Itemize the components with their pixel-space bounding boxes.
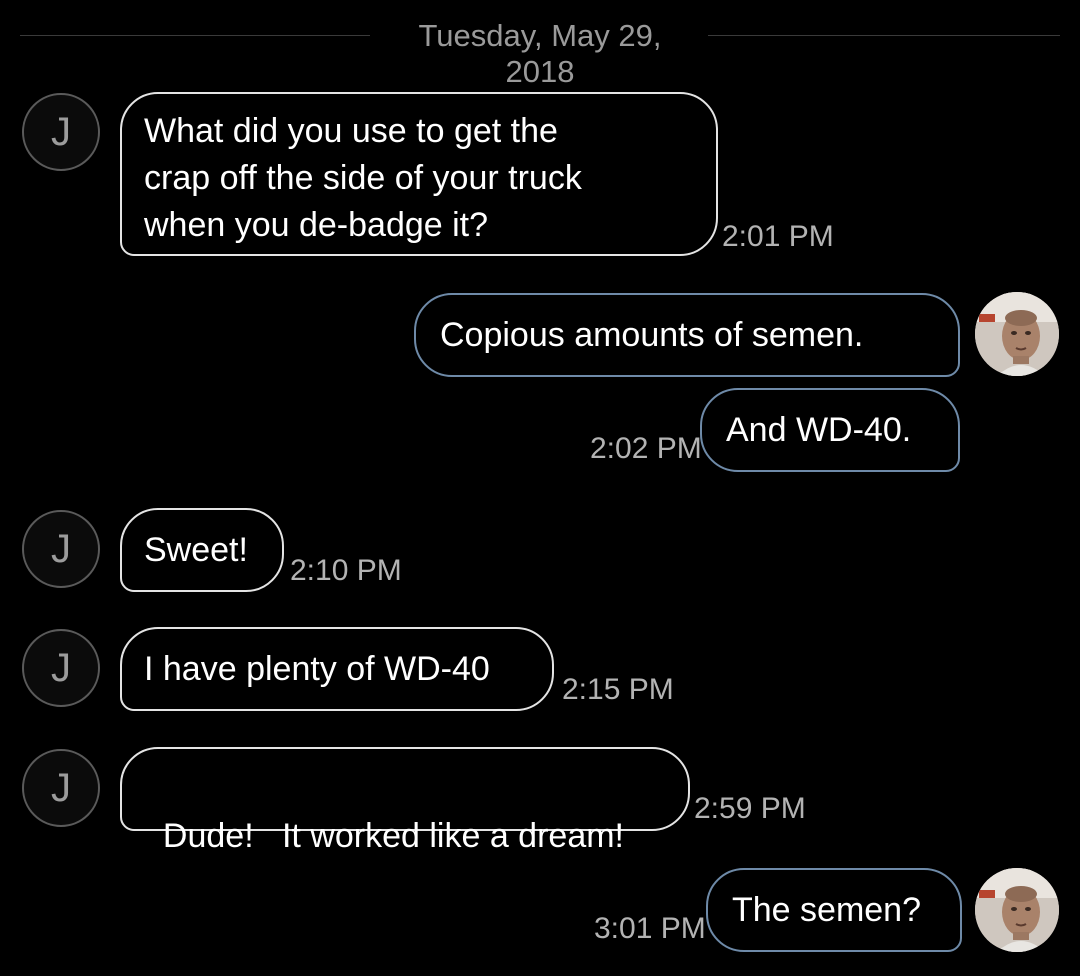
date-divider: Tuesday, May 29, 2018 [20,14,1060,89]
message-text: Copious amounts of semen. [440,316,864,354]
message-timestamp: 2:10 PM [290,554,402,587]
profile-photo-icon [975,292,1059,376]
self-avatar[interactable] [975,868,1059,952]
message-bubble-incoming[interactable]: Dude! It worked like a dream! [120,747,690,855]
contact-avatar[interactable]: J [22,93,100,171]
message-text: The semen? [732,891,921,929]
contact-avatar[interactable]: J [22,749,100,827]
contact-avatar[interactable]: J [22,510,100,588]
message-text-line: crap off the side of your truck [144,159,582,197]
contact-avatar[interactable]: J [22,629,100,707]
date-header: Tuesday, May 29, 2018 [418,18,662,89]
self-avatar[interactable] [975,292,1059,376]
message-bubble-outgoing[interactable]: Copious amounts of semen. [414,293,960,377]
message-timestamp: 2:01 PM [722,220,834,253]
message-timestamp: 2:02 PM [590,432,702,465]
message-bubble-incoming[interactable]: Sweet! [120,508,284,592]
message-timestamp: 2:15 PM [562,673,674,706]
message-text: I have plenty of WD-40 [144,650,490,688]
message-bubble-incoming[interactable]: I have plenty of WD-40 [120,627,554,711]
message-bubble-incoming[interactable]: What did you use to get the crap off the… [120,92,718,256]
message-text: And WD-40. [726,411,912,449]
message-timestamp: 3:01 PM [594,912,706,945]
message-bubble-outgoing[interactable]: And WD-40. [700,388,960,472]
message-timestamp: 2:59 PM [694,792,806,825]
message-text-line: when you de-badge it? [144,206,489,244]
message-bubble-outgoing[interactable]: The semen? [706,868,962,952]
divider-line-left [20,35,370,36]
profile-photo-icon [975,868,1059,952]
message-text: Sweet! [144,531,248,569]
divider-line-right [708,35,1060,36]
message-text: Dude! It worked like a dream! [162,817,624,855]
message-text-line: What did you use to get the [144,112,558,150]
